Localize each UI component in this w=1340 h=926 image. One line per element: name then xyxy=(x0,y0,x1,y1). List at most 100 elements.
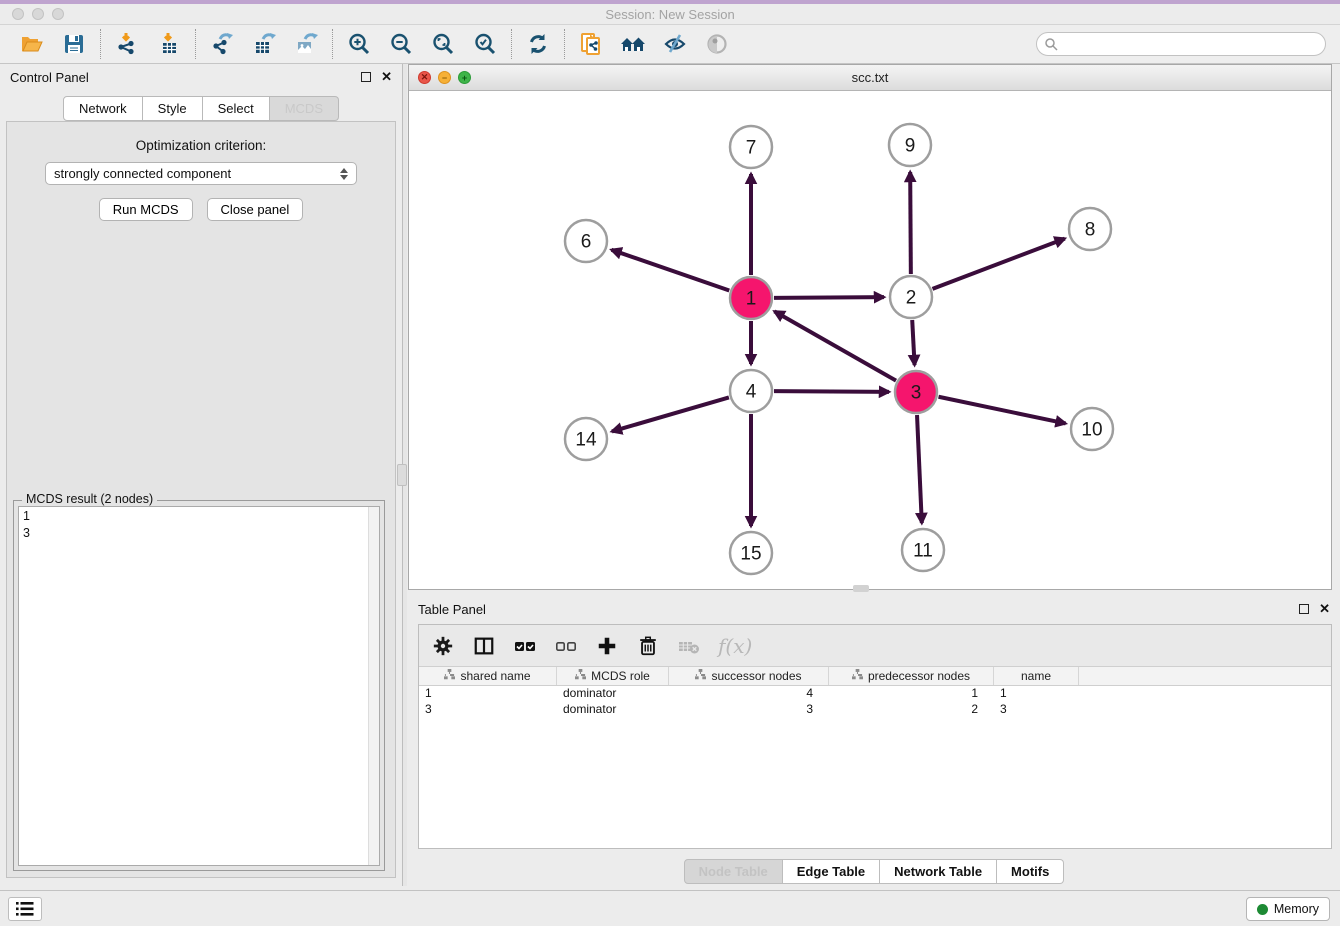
column-header-mcds-role[interactable]: MCDS role xyxy=(557,667,669,685)
mcds-result-group: MCDS result (2 nodes) 1 3 xyxy=(13,500,385,871)
vertical-splitter-handle[interactable] xyxy=(397,464,407,486)
tab-mcds[interactable]: MCDS xyxy=(270,96,339,121)
export-network-icon[interactable] xyxy=(209,31,235,57)
node-7[interactable]: 7 xyxy=(730,126,772,168)
horizontal-splitter-handle[interactable] xyxy=(853,585,869,592)
zoom-selected-icon[interactable] xyxy=(472,31,498,57)
table-panel: Table Panel ✕ xyxy=(408,596,1340,886)
delete-column-trash-icon[interactable] xyxy=(636,634,660,658)
table-settings-gear-icon[interactable] xyxy=(431,634,455,658)
export-table-icon[interactable] xyxy=(251,31,277,57)
column-header-predecessor-nodes[interactable]: predecessor nodes xyxy=(829,667,994,685)
hide-selected-icon[interactable] xyxy=(662,31,688,57)
svg-text:4: 4 xyxy=(746,382,757,403)
cell-successor-nodes[interactable]: 3 xyxy=(669,702,829,718)
deselect-all-icon[interactable] xyxy=(554,634,578,658)
mcds-result-text[interactable]: 1 3 xyxy=(18,506,380,866)
save-icon[interactable] xyxy=(61,31,87,57)
cell-mcds-role[interactable]: dominator xyxy=(557,702,669,718)
show-column-panel-icon[interactable] xyxy=(472,634,496,658)
run-mcds-button[interactable]: Run MCDS xyxy=(99,198,193,221)
node-11[interactable]: 11 xyxy=(902,529,944,571)
table-row[interactable]: 3dominator323 xyxy=(419,702,1331,718)
cell-shared-name[interactable]: 3 xyxy=(419,702,557,718)
table-panel-float-icon[interactable] xyxy=(1299,604,1309,614)
column-header-shared-name[interactable]: shared name xyxy=(419,667,557,685)
duplicate-network-icon[interactable] xyxy=(578,31,604,57)
node-4[interactable]: 4 xyxy=(730,370,772,412)
cell-predecessor-nodes[interactable]: 1 xyxy=(829,686,994,702)
node-3[interactable]: 3 xyxy=(895,371,937,413)
node-8[interactable]: 8 xyxy=(1069,208,1111,250)
table-row[interactable]: 1dominator411 xyxy=(419,686,1331,702)
cell-shared-name[interactable]: 1 xyxy=(419,686,557,702)
tab-node-table[interactable]: Node Table xyxy=(684,859,783,884)
column-header-successor-nodes[interactable]: successor nodes xyxy=(669,667,829,685)
import-network-icon[interactable] xyxy=(114,31,140,57)
svg-text:15: 15 xyxy=(740,544,761,565)
app-titlebar: Session: New Session xyxy=(0,4,1340,24)
criterion-select[interactable]: strongly connected component xyxy=(45,162,357,185)
home-icon[interactable] xyxy=(620,31,646,57)
column-header-name[interactable]: name xyxy=(994,667,1079,685)
control-panel-float-icon[interactable] xyxy=(361,72,371,82)
cell-successor-nodes[interactable]: 4 xyxy=(669,686,829,702)
criterion-value: strongly connected component xyxy=(54,166,231,181)
tab-network[interactable]: Network xyxy=(63,96,143,121)
add-column-icon[interactable] xyxy=(595,634,619,658)
edge-4-3[interactable] xyxy=(774,391,889,392)
table-toolbar: f(x) xyxy=(419,625,1331,667)
node-10[interactable]: 10 xyxy=(1071,408,1113,450)
control-panel-close-icon[interactable]: ✕ xyxy=(381,72,392,82)
node-6[interactable]: 6 xyxy=(565,220,607,262)
tab-edge-table[interactable]: Edge Table xyxy=(783,859,880,884)
edge-3-11[interactable] xyxy=(917,415,922,523)
search-icon xyxy=(1044,37,1058,54)
node-14[interactable]: 14 xyxy=(565,418,607,460)
table-panel-title: Table Panel xyxy=(418,602,486,617)
memory-button[interactable]: Memory xyxy=(1246,897,1330,921)
tab-select[interactable]: Select xyxy=(203,96,270,121)
network-window-titlebar[interactable]: ✕ − + scc.txt xyxy=(409,65,1331,91)
edge-3-1[interactable] xyxy=(774,311,896,380)
edge-1-2[interactable] xyxy=(774,297,884,298)
open-folder-icon[interactable] xyxy=(19,31,45,57)
node-9[interactable]: 9 xyxy=(889,124,931,166)
zoom-out-icon[interactable] xyxy=(388,31,414,57)
edge-1-6[interactable] xyxy=(612,250,730,291)
cell-name[interactable]: 3 xyxy=(994,702,1079,718)
result-scrollbar[interactable] xyxy=(368,507,379,865)
show-hidden-icon[interactable] xyxy=(704,31,730,57)
edge-3-10[interactable] xyxy=(939,397,1066,424)
close-panel-button[interactable]: Close panel xyxy=(207,198,304,221)
refresh-icon[interactable] xyxy=(525,31,551,57)
node-15[interactable]: 15 xyxy=(730,532,772,574)
edge-2-3[interactable] xyxy=(912,320,914,365)
edge-2-9[interactable] xyxy=(910,172,911,274)
network-graph-canvas[interactable]: 1 2 3 4 6 7 8 9 10 11 14 15 xyxy=(409,91,1331,589)
tab-motifs[interactable]: Motifs xyxy=(997,859,1064,884)
svg-text:11: 11 xyxy=(913,541,933,562)
search-input[interactable] xyxy=(1036,32,1326,56)
cell-mcds-role[interactable]: dominator xyxy=(557,686,669,702)
zoom-fit-icon[interactable] xyxy=(430,31,456,57)
tab-network-table[interactable]: Network Table xyxy=(880,859,997,884)
memory-label: Memory xyxy=(1274,902,1319,916)
export-image-icon[interactable] xyxy=(293,31,319,57)
main-toolbar xyxy=(0,24,1340,64)
node-2[interactable]: 2 xyxy=(890,276,932,318)
import-table-icon[interactable] xyxy=(156,31,182,57)
zoom-in-icon[interactable] xyxy=(346,31,372,57)
network-view-window: ✕ − + scc.txt 1 2 3 4 6 7 8 9 10 11 14 15 xyxy=(408,64,1332,590)
table-panel-close-icon[interactable]: ✕ xyxy=(1319,604,1330,614)
task-history-button[interactable] xyxy=(8,897,42,921)
select-all-icon[interactable] xyxy=(513,634,537,658)
edge-4-14[interactable] xyxy=(612,397,729,431)
edge-2-8[interactable] xyxy=(933,239,1065,289)
node-1[interactable]: 1 xyxy=(730,277,772,319)
vertical-splitter[interactable] xyxy=(402,64,407,886)
cell-name[interactable]: 1 xyxy=(994,686,1079,702)
tab-style[interactable]: Style xyxy=(143,96,203,121)
cell-predecessor-nodes[interactable]: 2 xyxy=(829,702,994,718)
svg-text:8: 8 xyxy=(1085,220,1096,241)
